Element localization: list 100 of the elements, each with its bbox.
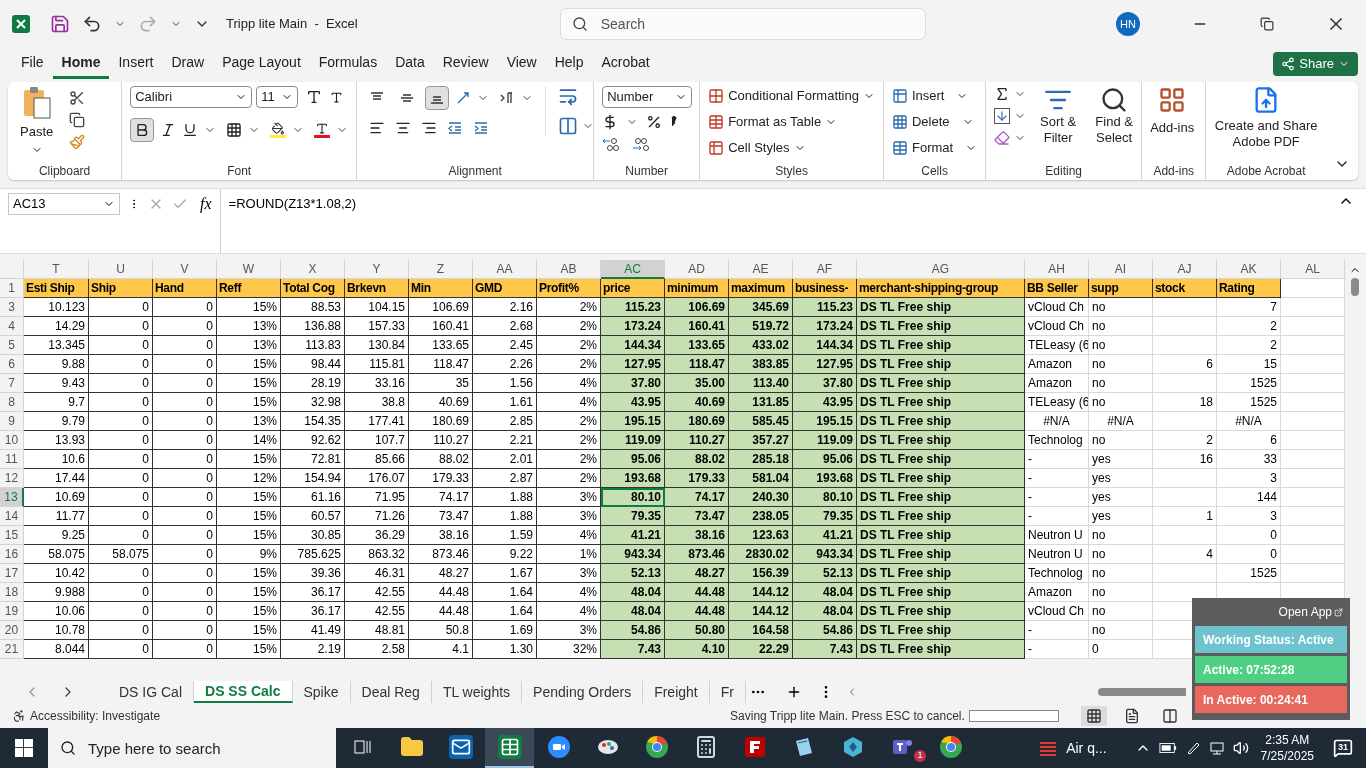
table-cell[interactable]: 44.48	[409, 583, 473, 602]
row-header[interactable]: 14	[0, 507, 24, 526]
table-cell[interactable]: 118.47	[409, 355, 473, 374]
sort-filter-button[interactable]: Sort & Filter	[1034, 86, 1083, 146]
table-cell[interactable]: 98.44	[281, 355, 345, 374]
table-cell[interactable]	[1153, 412, 1217, 431]
row-header[interactable]: 13	[0, 488, 24, 507]
column-header[interactable]: Y	[345, 260, 409, 279]
table-cell[interactable]: 133.65	[665, 336, 729, 355]
table-cell[interactable]: 107.7	[345, 431, 409, 450]
table-cell[interactable]: 48.04	[793, 583, 857, 602]
taskbar-app[interactable]: 1	[877, 728, 926, 768]
table-cell[interactable]: TELeasy (6	[1025, 393, 1089, 412]
table-cell[interactable]: 1.69	[473, 621, 537, 640]
table-cell[interactable]: 2.45	[473, 336, 537, 355]
table-cell[interactable]: 1.88	[473, 507, 537, 526]
table-cell[interactable]: Amazon	[1025, 583, 1089, 602]
table-cell[interactable]: no	[1089, 526, 1153, 545]
table-cell[interactable]: 15%	[217, 393, 281, 412]
table-cell[interactable]: 14%	[217, 431, 281, 450]
table-cell[interactable]: -	[1025, 640, 1089, 659]
table-cell[interactable]: 7	[1217, 298, 1281, 317]
column-header[interactable]: AH	[1025, 260, 1089, 279]
table-cell[interactable]	[1281, 564, 1345, 583]
fill-color-icon[interactable]	[270, 122, 287, 138]
table-cell[interactable]: 48.04	[601, 602, 665, 621]
table-cell[interactable]: 42.55	[345, 583, 409, 602]
copy-icon[interactable]	[69, 112, 86, 128]
weather-text[interactable]: Air q...	[1066, 737, 1107, 759]
table-cell[interactable]: 13.93	[24, 431, 89, 450]
table-cell[interactable]: 3	[1217, 507, 1281, 526]
table-cell[interactable]: 1.59	[473, 526, 537, 545]
table-cell[interactable]: DS TL Free ship	[857, 412, 1025, 431]
scroll-thumb[interactable]	[1350, 278, 1359, 296]
table-cell[interactable]: 61.16	[281, 488, 345, 507]
taskbar-app[interactable]	[485, 728, 534, 768]
table-cell[interactable]: DS TL Free ship	[857, 507, 1025, 526]
table-cell[interactable]: 0	[153, 298, 217, 317]
windows-start-icon[interactable]	[15, 739, 33, 757]
menu-tab[interactable]: Draw	[162, 49, 214, 79]
table-cell[interactable]: 0	[89, 488, 153, 507]
column-header[interactable]: AK	[1217, 260, 1281, 279]
find-select-button[interactable]: Find & Select	[1090, 86, 1139, 146]
table-cell[interactable]: 785.625	[281, 545, 345, 564]
menu-tab[interactable]: View	[497, 49, 546, 79]
table-cell[interactable]: 7.43	[793, 640, 857, 659]
table-cell[interactable]: 36.29	[345, 526, 409, 545]
table-cell[interactable]: 38.8	[345, 393, 409, 412]
cells-menu-button[interactable]: Insert	[891, 86, 978, 106]
table-cell[interactable]: 38.16	[665, 526, 729, 545]
table-cell[interactable]: 119.09	[793, 431, 857, 450]
table-cell[interactable]: 48.04	[601, 583, 665, 602]
table-cell[interactable]: 11.77	[24, 507, 89, 526]
table-cell[interactable]: 345.69	[729, 298, 793, 317]
table-cell[interactable]: 2%	[537, 431, 601, 450]
row-header[interactable]: 17	[0, 564, 24, 583]
table-cell[interactable]: 88.53	[281, 298, 345, 317]
table-cell[interactable]: 50.8	[409, 621, 473, 640]
borders-icon[interactable]	[226, 122, 243, 138]
table-cell[interactable]	[1281, 431, 1345, 450]
column-header[interactable]: AD	[665, 260, 729, 279]
menu-tab[interactable]: Page Layout	[213, 49, 310, 79]
table-cell[interactable]: 0	[1089, 640, 1153, 659]
table-cell[interactable]: DS TL Free ship	[857, 450, 1025, 469]
table-cell[interactable]: yes	[1089, 507, 1153, 526]
table-cell[interactable]: 85.66	[345, 450, 409, 469]
table-cell[interactable]: 106.69	[665, 298, 729, 317]
table-cell[interactable]: yes	[1089, 450, 1153, 469]
table-cell[interactable]: 2%	[537, 469, 601, 488]
column-header[interactable]: X	[281, 260, 345, 279]
table-cell[interactable]: 3%	[537, 488, 601, 507]
bold-button[interactable]	[130, 118, 155, 142]
table-cell[interactable]: DS TL Free ship	[857, 602, 1025, 621]
format-painter-icon[interactable]	[69, 134, 86, 150]
table-cell[interactable]: 15%	[217, 355, 281, 374]
table-cell[interactable]: 0	[153, 393, 217, 412]
table-cell[interactable]: 2.58	[345, 640, 409, 659]
table-cell[interactable]: Amazon	[1025, 374, 1089, 393]
table-cell[interactable]: Neutron U	[1025, 526, 1089, 545]
paste-button[interactable]: Paste	[16, 86, 58, 156]
table-cell[interactable]: 3%	[537, 564, 601, 583]
table-cell[interactable]: no	[1089, 545, 1153, 564]
table-cell[interactable]: 0	[1217, 526, 1281, 545]
menu-tab[interactable]: Insert	[109, 49, 163, 79]
table-cell[interactable]: 44.48	[665, 583, 729, 602]
table-cell[interactable]: 80.10	[793, 488, 857, 507]
column-header[interactable]: AG	[857, 260, 1025, 279]
table-cell[interactable]: 4%	[537, 393, 601, 412]
cells-menu-button[interactable]: Format	[891, 138, 978, 158]
table-cell[interactable]: 6	[1153, 355, 1217, 374]
table-cell[interactable]: 180.69	[665, 412, 729, 431]
table-cell[interactable]: 154.94	[281, 469, 345, 488]
table-cell[interactable]: 3%	[537, 621, 601, 640]
merge-icon[interactable]	[558, 116, 579, 136]
align-center-icon[interactable]	[395, 120, 412, 136]
menu-tab[interactable]: File	[12, 49, 53, 79]
table-cell[interactable]: 2.87	[473, 469, 537, 488]
table-cell[interactable]: 2%	[537, 355, 601, 374]
table-cell[interactable]: 2%	[537, 412, 601, 431]
table-cell[interactable]: 74.17	[409, 488, 473, 507]
